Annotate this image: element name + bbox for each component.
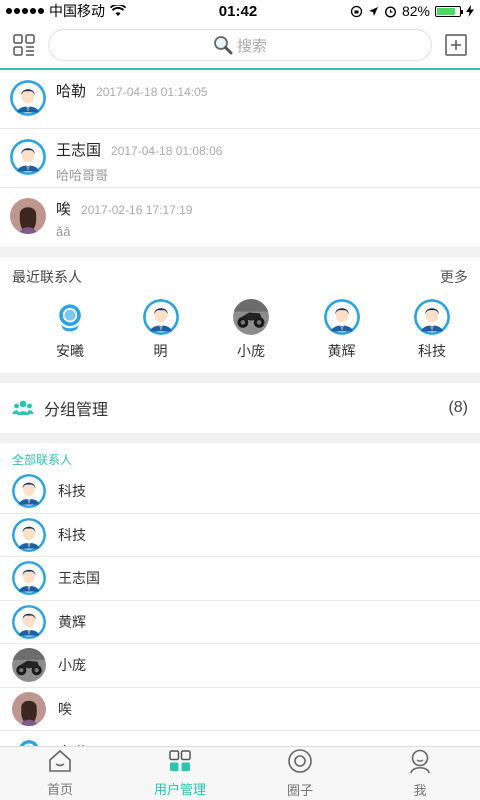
conversation-item[interactable]: 王志国 2017-04-18 01:08:06 哈哈哥哥 (0, 129, 480, 188)
avatar (12, 604, 46, 639)
avatar (10, 198, 46, 234)
conversation-time: 2017-02-16 17:17:19 (81, 203, 193, 217)
battery-icon (435, 5, 463, 17)
contact-name: 科技 (58, 483, 86, 500)
conversation-time: 2017-04-18 01:14:05 (96, 85, 208, 99)
group-icon (12, 400, 34, 415)
recent-contact-name: 科技 (418, 343, 446, 359)
status-time: 01:42 (218, 2, 258, 20)
recent-contact-name: 明 (153, 343, 168, 359)
contact-row[interactable]: 黄辉 (0, 601, 480, 644)
group-management-label: 分组管理 (44, 402, 109, 419)
tab-label: 用户管理 (153, 782, 206, 797)
more-button[interactable]: 更多 (440, 267, 468, 287)
recent-contacts-row: 安曦 明 小庞 黄辉 科技 (12, 287, 468, 361)
add-button[interactable] (444, 33, 468, 57)
contact-name: 科技 (58, 526, 86, 543)
avatar (12, 691, 46, 726)
tab-grid[interactable]: 用户管理 (120, 747, 240, 800)
avatar (323, 299, 360, 335)
avatar (233, 299, 269, 335)
avatar (142, 299, 179, 335)
contact-name: 唉 (58, 700, 72, 717)
conversation-name: 哈勒 (56, 83, 87, 100)
plus-box-icon (445, 34, 467, 56)
avatar (12, 648, 46, 683)
recent-contact[interactable]: 安曦 (42, 299, 98, 361)
all-contacts-list: 科技 科技 王志国 黄辉 小庞 唉 安曦 (0, 470, 480, 775)
status-bar: 中国移动 01:42 82% (0, 0, 480, 22)
circle-icon (287, 748, 313, 777)
recent-contact[interactable]: 明 (133, 299, 189, 361)
tab-circle[interactable]: 圈子 (240, 747, 360, 800)
conversation-name: 唉 (56, 201, 72, 218)
conversation-list: 哈勒 2017-04-18 01:14:05 王志国 2017-04-18 01… (0, 70, 480, 247)
tab-person[interactable]: 我 (360, 747, 480, 800)
all-contacts-title: 全部联系人 (0, 443, 480, 470)
home-icon (47, 749, 73, 776)
avatar (12, 474, 46, 509)
contact-row[interactable]: 唉 (0, 688, 480, 731)
location-icon (368, 6, 378, 16)
search-placeholder: 搜索 (236, 37, 267, 55)
search-input[interactable]: 搜索 (48, 29, 432, 61)
contact-row[interactable]: 小庞 (0, 644, 480, 688)
conversation-item[interactable]: 唉 2017-02-16 17:17:19 ǎǎ (0, 188, 480, 247)
avatar (10, 139, 46, 175)
battery-percent: 82% (401, 3, 430, 19)
scan-button[interactable] (12, 33, 36, 57)
search-header: 搜索 (0, 22, 480, 70)
recent-contacts-title: 最近联系人 (12, 269, 82, 285)
carrier-label: 中国移动 (49, 3, 105, 19)
recent-contact[interactable]: 小庞 (223, 299, 279, 361)
contact-name: 王志国 (58, 570, 100, 587)
avatar (10, 80, 46, 116)
conversation-time: 2017-04-18 01:08:06 (111, 144, 223, 158)
alarm-icon (384, 5, 396, 18)
recent-contacts-section: 最近联系人 更多 安曦 明 小庞 黄辉 科技 (0, 257, 480, 373)
signal-icon (6, 8, 44, 14)
conversation-message: ǎǎ (56, 224, 71, 239)
contact-row[interactable]: 王志国 (0, 557, 480, 601)
recent-contact-name: 小庞 (237, 343, 265, 359)
conversation-name: 王志国 (56, 142, 102, 159)
tab-label: 圈子 (286, 783, 313, 798)
avatar (52, 299, 88, 335)
conversation-item[interactable]: 哈勒 2017-04-18 01:14:05 (0, 70, 480, 129)
recent-contact-name: 安曦 (56, 343, 84, 359)
recent-contact[interactable]: 黄辉 (314, 299, 370, 361)
contact-name: 小庞 (58, 657, 86, 674)
group-management-row[interactable]: 分组管理 (8) (0, 383, 480, 433)
avatar (12, 561, 46, 596)
group-count: (8) (448, 399, 468, 416)
wifi-icon (110, 5, 126, 16)
grid-icon (168, 749, 192, 776)
charging-icon (466, 5, 474, 17)
contact-row[interactable]: 科技 (0, 470, 480, 514)
tab-label: 首页 (46, 782, 73, 797)
contact-name: 黄辉 (58, 613, 86, 630)
avatar (12, 517, 46, 552)
avatar (414, 299, 450, 335)
person-icon (407, 748, 433, 777)
search-icon (214, 36, 233, 55)
tab-home[interactable]: 首页 (0, 747, 120, 800)
tab-label: 我 (413, 783, 427, 798)
rotation-lock-icon (350, 5, 363, 17)
contact-row[interactable]: 科技 (0, 514, 480, 557)
scan-icon (13, 34, 35, 56)
recent-contact-name: 黄辉 (327, 343, 356, 359)
bottom-tab-bar: 首页 用户管理 圈子 我 (0, 746, 480, 800)
recent-contact[interactable]: 科技 (404, 299, 460, 361)
conversation-message: 哈哈哥哥 (56, 168, 109, 183)
